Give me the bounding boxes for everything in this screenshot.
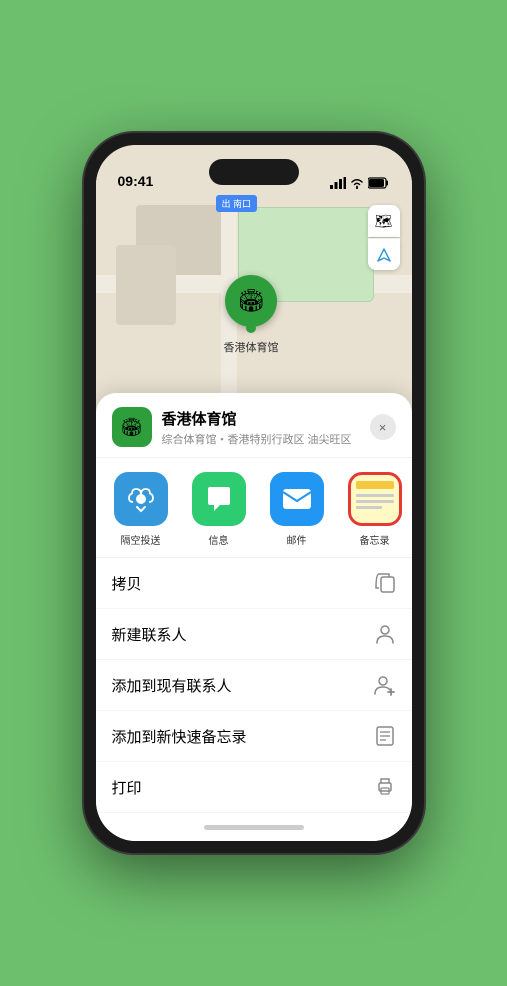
map-controls: 🗺 <box>368 205 400 270</box>
airdrop-label: 隔空投送 <box>121 532 161 547</box>
home-indicator <box>204 825 304 830</box>
action-add-notes-label: 添加到新快速备忘录 <box>112 726 247 747</box>
phone-screen: 09:41 <box>96 145 412 841</box>
status-icons <box>330 177 390 189</box>
airdrop-icon <box>127 485 155 513</box>
map-label: 出 南口 <box>216 195 258 212</box>
copy-icon <box>374 572 396 594</box>
map-layers-button[interactable]: 🗺 <box>368 205 400 237</box>
battery-icon <box>368 177 390 189</box>
wifi-icon <box>350 178 364 189</box>
venue-description: 综合体育馆・香港特别行政区 油尖旺区 <box>162 431 370 447</box>
bottom-sheet: 🏟 香港体育馆 综合体育馆・香港特别行政区 油尖旺区 × <box>96 393 412 841</box>
notes-line-3 <box>356 506 383 509</box>
share-row: 隔空投送 信息 <box>96 458 412 558</box>
mail-icon-wrap <box>270 472 324 526</box>
print-icon <box>374 776 396 798</box>
notes-line-1 <box>356 494 394 497</box>
messages-icon <box>204 485 234 513</box>
airdrop-icon-wrap <box>114 472 168 526</box>
close-button[interactable]: × <box>370 414 396 440</box>
action-add-existing[interactable]: 添加到现有联系人 <box>96 660 412 711</box>
phone-frame: 09:41 <box>84 133 424 853</box>
note-icon <box>374 725 396 747</box>
location-arrow-icon <box>377 248 391 262</box>
pin-emoji: 🏟 <box>237 288 265 314</box>
mail-icon <box>282 488 312 510</box>
action-add-existing-label: 添加到现有联系人 <box>112 675 232 696</box>
notes-label: 备忘录 <box>360 532 390 547</box>
share-mail[interactable]: 邮件 <box>262 472 332 547</box>
share-airdrop[interactable]: 隔空投送 <box>106 472 176 547</box>
messages-icon-wrap <box>192 472 246 526</box>
venue-header: 🏟 香港体育馆 综合体育馆・香港特别行政区 油尖旺区 × <box>96 393 412 458</box>
share-notes[interactable]: 备忘录 <box>340 472 410 547</box>
notes-top-bar <box>356 481 394 489</box>
notes-icon-wrap <box>348 472 402 526</box>
pin-label: 香港体育馆 <box>224 339 279 355</box>
action-new-contact-label: 新建联系人 <box>112 624 187 645</box>
share-messages[interactable]: 信息 <box>184 472 254 547</box>
dynamic-island <box>209 159 299 185</box>
action-add-notes[interactable]: 添加到新快速备忘录 <box>96 711 412 762</box>
mail-label: 邮件 <box>287 532 307 547</box>
status-time: 09:41 <box>118 173 154 189</box>
person-plus-icon <box>374 674 396 696</box>
venue-pin[interactable]: 🏟 香港体育馆 <box>224 275 279 355</box>
venue-icon: 🏟 <box>112 407 152 447</box>
action-copy-label: 拷贝 <box>112 573 142 594</box>
action-copy[interactable]: 拷贝 <box>96 558 412 609</box>
map-location-button[interactable] <box>368 238 400 270</box>
map-block-left <box>116 245 176 325</box>
home-indicator-area <box>96 813 412 841</box>
venue-emoji: 🏟 <box>120 417 143 438</box>
person-icon <box>374 623 396 645</box>
venue-name: 香港体育馆 <box>162 408 370 429</box>
notes-inner <box>351 475 399 523</box>
signal-icon <box>330 177 346 189</box>
action-print-label: 打印 <box>112 777 142 798</box>
messages-label: 信息 <box>209 532 229 547</box>
action-new-contact[interactable]: 新建联系人 <box>96 609 412 660</box>
pin-circle: 🏟 <box>225 275 277 327</box>
action-list: 拷贝 新建联系人 添加到现有联系人 <box>96 558 412 813</box>
venue-info: 香港体育馆 综合体育馆・香港特别行政区 油尖旺区 <box>162 408 370 447</box>
notes-line-2 <box>356 500 394 503</box>
action-print[interactable]: 打印 <box>96 762 412 813</box>
